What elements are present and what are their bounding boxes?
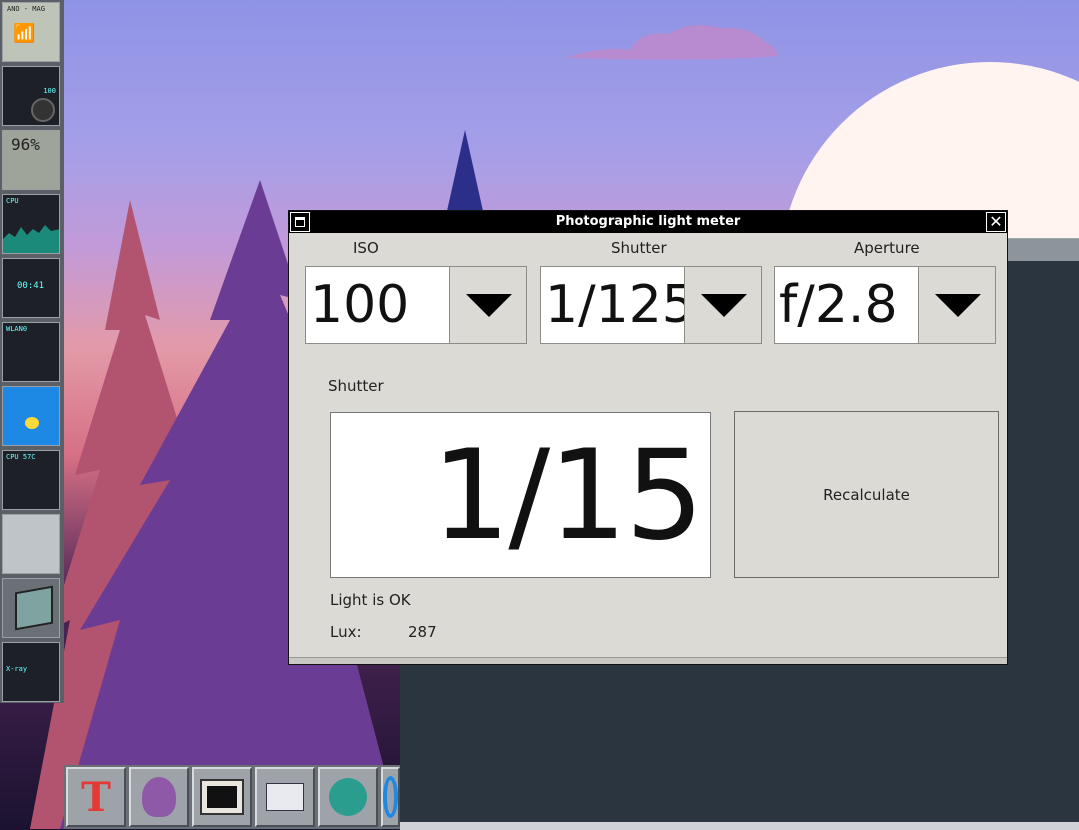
dino-icon (329, 778, 367, 816)
shutter-select-label: Shutter (611, 239, 667, 257)
iso-label: ISO (353, 239, 379, 257)
network-label: WLAN0 (6, 325, 28, 333)
dino-button[interactable] (318, 767, 378, 827)
terminal-button[interactable] (192, 767, 252, 827)
taskbar: T (64, 765, 400, 829)
cube-app[interactable] (2, 578, 60, 638)
lux-value: 287 (408, 623, 437, 641)
horizontal-scrollbar[interactable] (289, 657, 1007, 664)
temp-label: CPU 57C (6, 453, 36, 461)
cpu-graph-icon (3, 225, 59, 253)
tree-spire (445, 130, 485, 220)
aperture-label: Aperture (854, 239, 920, 257)
memory-percent: 96% (11, 135, 40, 154)
xray-label: X-ray (6, 665, 28, 673)
cloud (565, 25, 778, 60)
clock-time: 00:41 (17, 281, 45, 291)
volume-knob-icon (31, 98, 55, 122)
aperture-value: f/2.8 (779, 275, 898, 335)
app-launcher[interactable] (2, 514, 60, 574)
browser-icon (383, 776, 398, 818)
shutter-value: 1/125 (545, 275, 684, 335)
iso-select[interactable]: 100 (305, 266, 527, 344)
result-display: 1/15 (330, 412, 711, 578)
cpu-graph-label: CPU (6, 197, 19, 205)
pidgin-button[interactable] (129, 767, 189, 827)
result-value: 1/15 (431, 424, 704, 568)
wifi-monitor-app[interactable]: ANO - MAG 📶 (2, 2, 60, 62)
tex-icon: T (81, 773, 111, 821)
dock: ANO - MAG 📶 100 96% CPU 00:41 WLAN0 CPU … (0, 0, 64, 703)
clock-battery-app[interactable]: 00:41 (2, 258, 60, 318)
cube-icon (15, 585, 53, 631)
window-title: Photographic light meter (555, 214, 741, 229)
status-text: Light is OK (330, 591, 411, 609)
iso-dropdown-button[interactable] (449, 267, 526, 343)
close-icon: ✕ (989, 212, 1003, 231)
shutter-dropdown-button[interactable] (684, 267, 761, 343)
duck-icon (25, 417, 39, 429)
pidgin-icon (142, 777, 176, 817)
wifi-monitor-label: ANO - MAG (7, 5, 45, 13)
shutter-select[interactable]: 1/125 (540, 266, 762, 344)
mixer-volume: 100 (43, 87, 56, 95)
temp-monitor-app[interactable]: CPU 57C (2, 450, 60, 510)
aperture-dropdown-button[interactable] (918, 267, 995, 343)
xray-monitor-app[interactable]: X-ray (2, 642, 60, 702)
cpu-graph-app[interactable]: CPU (2, 194, 60, 254)
light-meter-window: Photographic light meter ✕ ISO Shutter A… (288, 210, 1008, 665)
close-button[interactable]: ✕ (986, 212, 1006, 232)
tex-button[interactable]: T (66, 767, 126, 827)
antenna-icon: 📶 (13, 23, 36, 44)
iso-value: 100 (310, 275, 410, 335)
browser-button[interactable] (381, 767, 400, 827)
titlebar[interactable]: Photographic light meter ✕ (289, 211, 1007, 233)
result-label: Shutter (328, 377, 384, 395)
mixer-app[interactable]: 100 (2, 66, 60, 126)
aperture-select[interactable]: f/2.8 (774, 266, 996, 344)
mail-button[interactable] (255, 767, 315, 827)
duck-app[interactable] (2, 386, 60, 446)
memory-monitor-app[interactable]: 96% (2, 130, 60, 190)
network-monitor-app[interactable]: WLAN0 (2, 322, 60, 382)
terminal-icon (200, 779, 244, 815)
recalculate-button[interactable]: Recalculate (734, 411, 999, 578)
lux-label: Lux: (330, 623, 362, 641)
mail-icon (266, 783, 304, 811)
